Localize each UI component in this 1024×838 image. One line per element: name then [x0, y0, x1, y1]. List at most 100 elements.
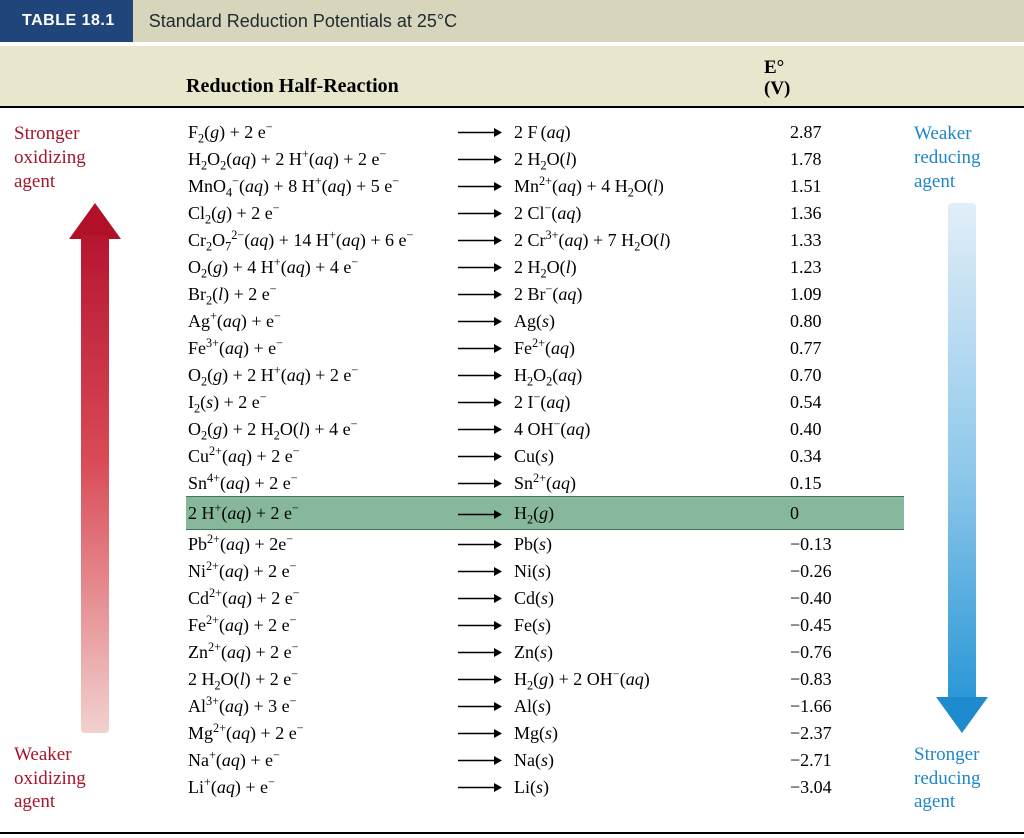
table-row: H2O2(aq) + 2 H+(aq) + 2 e− 2 H2O(l)1.78	[186, 145, 904, 172]
table-title: Standard Reduction Potentials at 25°C	[133, 0, 1024, 42]
half-reaction-products: Na(s)	[514, 751, 790, 769]
reaction-arrow-icon	[458, 562, 514, 580]
standard-potential-value: 0.40	[790, 420, 900, 438]
reaction-arrow-icon	[458, 504, 514, 522]
table-row: Ni2+(aq) + 2 e− Ni(s)−0.26	[186, 557, 904, 584]
half-reaction-products: H2O2(aq)	[514, 366, 790, 384]
table-row: Cu2+(aq) + 2 e−Cu(s)0.34	[186, 442, 904, 469]
half-reaction-reactants: Ag+(aq) + e−	[186, 312, 458, 330]
table-row: Cl2(g) + 2 e−2 Cl−(aq)1.36	[186, 199, 904, 226]
half-reaction-reactants: 2 H2O(l) + 2 e−	[186, 670, 458, 688]
half-reaction-products: Li(s)	[514, 778, 790, 796]
reaction-arrow-icon	[458, 150, 514, 168]
table-row: O2(g) + 2 H+(aq) + 2 e− H2O2(aq)0.70	[186, 361, 904, 388]
half-reaction-products: Pb(s)	[514, 535, 790, 553]
table-row: Ag+(aq) + e− Ag(s)0.80	[186, 307, 904, 334]
standard-potential-value: −0.26	[790, 562, 900, 580]
table-row: I2(s) + 2 e−2 I−(aq)0.54	[186, 388, 904, 415]
half-reaction-reactants: Fe3+(aq) + e−	[186, 339, 458, 357]
table-row: Cr2O72−(aq) + 14 H+(aq) + 6 e−2 Cr3+(aq)…	[186, 226, 904, 253]
standard-potential-value: 0.34	[790, 447, 900, 465]
reaction-arrow-icon	[458, 751, 514, 769]
reaction-arrow-icon	[458, 589, 514, 607]
reaction-arrow-icon	[458, 474, 514, 492]
arrow-down-icon	[947, 203, 977, 733]
table-row: Mg2+(aq) + 2 e−Mg(s)−2.37	[186, 719, 904, 746]
table-number-tab: TABLE 18.1	[0, 0, 133, 42]
half-reaction-reactants: 2 H+(aq) + 2 e−	[186, 504, 458, 522]
half-reaction-reactants: Ni2+(aq) + 2 e−	[186, 562, 458, 580]
half-reaction-products: Mn2+(aq) + 4 H2O(l)	[514, 177, 790, 195]
half-reaction-products: Al(s)	[514, 697, 790, 715]
standard-potential-value: 0.80	[790, 312, 900, 330]
table-row: Pb2+(aq) + 2e− Pb(s)−0.13	[186, 530, 904, 557]
half-reaction-reactants: Cr2O72−(aq) + 14 H+(aq) + 6 e−	[186, 231, 458, 249]
standard-potential-value: 1.78	[790, 150, 900, 168]
table-row: Al3+(aq) + 3 e−Al(s)−1.66	[186, 692, 904, 719]
reducing-strength-scale: Weakerreducingagent Strongerreducingagen…	[904, 108, 1024, 832]
standard-potential-value: −0.45	[790, 616, 900, 634]
half-reaction-products: 2 Cl−(aq)	[514, 204, 790, 222]
standard-potential-value: −0.83	[790, 670, 900, 688]
half-reaction-products: Ni(s)	[514, 562, 790, 580]
half-reaction-products: 2 Br−(aq)	[514, 285, 790, 303]
table-row: Fe2+(aq) + 2 e−Fe(s)−0.45	[186, 611, 904, 638]
half-reaction-reactants: O2(g) + 2 H+(aq) + 2 e−	[186, 366, 458, 384]
reaction-arrow-icon	[458, 643, 514, 661]
half-reaction-reactants: O2(g) + 4 H+(aq) + 4 e−	[186, 258, 458, 276]
standard-potential-value: −3.04	[790, 778, 900, 796]
half-reaction-products: Fe(s)	[514, 616, 790, 634]
half-reaction-products: 2 I−(aq)	[514, 393, 790, 411]
reaction-arrow-icon	[458, 420, 514, 438]
half-reaction-reactants: Al3+(aq) + 3 e−	[186, 697, 458, 715]
half-reaction-products: Sn2+(aq)	[514, 474, 790, 492]
reaction-arrow-icon	[458, 393, 514, 411]
standard-potential-value: 0.77	[790, 339, 900, 357]
half-reaction-reactants: F2(g) + 2 e−	[186, 123, 458, 141]
half-reaction-products: 2 H2O(l)	[514, 150, 790, 168]
weaker-reducing-label: Weakerreducingagent	[914, 122, 1010, 193]
table-row: Zn2+(aq) + 2 e− Zn(s)−0.76	[186, 638, 904, 665]
table-row: 2 H2O(l) + 2 e−H2(g) + 2 OH−(aq)−0.83	[186, 665, 904, 692]
oxidizing-strength-scale: Strongeroxidizingagent Weakeroxidizingag…	[0, 108, 186, 832]
column-header-potential: E°(V)	[764, 58, 1024, 106]
half-reaction-reactants: Pb2+(aq) + 2e−	[186, 535, 458, 553]
reaction-arrow-icon	[458, 535, 514, 553]
half-reaction-reactants: Li+(aq) + e−	[186, 778, 458, 796]
standard-potential-value: −0.76	[790, 643, 900, 661]
standard-potential-value: −2.37	[790, 724, 900, 742]
reaction-arrow-icon	[458, 258, 514, 276]
standard-potential-value: −0.40	[790, 589, 900, 607]
standard-potential-value: 1.33	[790, 231, 900, 249]
table-row: Sn4+(aq) + 2 e−Sn2+(aq)0.15	[186, 469, 904, 496]
table-row: Cd2+(aq) + 2 e−Cd(s)−0.40	[186, 584, 904, 611]
standard-potential-value: 0.54	[790, 393, 900, 411]
title-bar: TABLE 18.1 Standard Reduction Potentials…	[0, 0, 1024, 42]
half-reaction-reactants: H2O2(aq) + 2 H+(aq) + 2 e−	[186, 150, 458, 168]
standard-potential-value: 0.70	[790, 366, 900, 384]
reaction-arrow-icon	[458, 366, 514, 384]
reaction-arrow-icon	[458, 670, 514, 688]
table-row: Br2(l) + 2 e−2 Br−(aq)1.09	[186, 280, 904, 307]
half-reaction-reactants: Cd2+(aq) + 2 e−	[186, 589, 458, 607]
reaction-arrow-icon	[458, 778, 514, 796]
reaction-arrow-icon	[458, 285, 514, 303]
reaction-arrow-icon	[458, 231, 514, 249]
half-reaction-products: Ag(s)	[514, 312, 790, 330]
column-header-band: Reduction Half-Reaction E°(V)	[0, 42, 1024, 108]
standard-potential-value: −0.13	[790, 535, 900, 553]
half-reaction-products: Zn(s)	[514, 643, 790, 661]
reaction-arrow-icon	[458, 724, 514, 742]
reaction-arrow-icon	[458, 204, 514, 222]
table-row: Na+(aq) + e−Na(s)−2.71	[186, 746, 904, 773]
standard-potential-value: 2.87	[790, 123, 900, 141]
half-reaction-reactants: Cl2(g) + 2 e−	[186, 204, 458, 222]
table-row: F2(g) + 2 e−2 F (aq)2.87	[186, 118, 904, 145]
half-reaction-products: 2 H2O(l)	[514, 258, 790, 276]
reaction-arrow-icon	[458, 177, 514, 195]
weaker-oxidizing-label: Weakeroxidizingagent	[14, 743, 176, 814]
half-reaction-products: Cu(s)	[514, 447, 790, 465]
table-row: O2(g) + 2 H2O(l) + 4 e−4 OH−(aq)0.40	[186, 415, 904, 442]
half-reaction-reactants: Zn2+(aq) + 2 e−	[186, 643, 458, 661]
reaction-arrow-icon	[458, 339, 514, 357]
